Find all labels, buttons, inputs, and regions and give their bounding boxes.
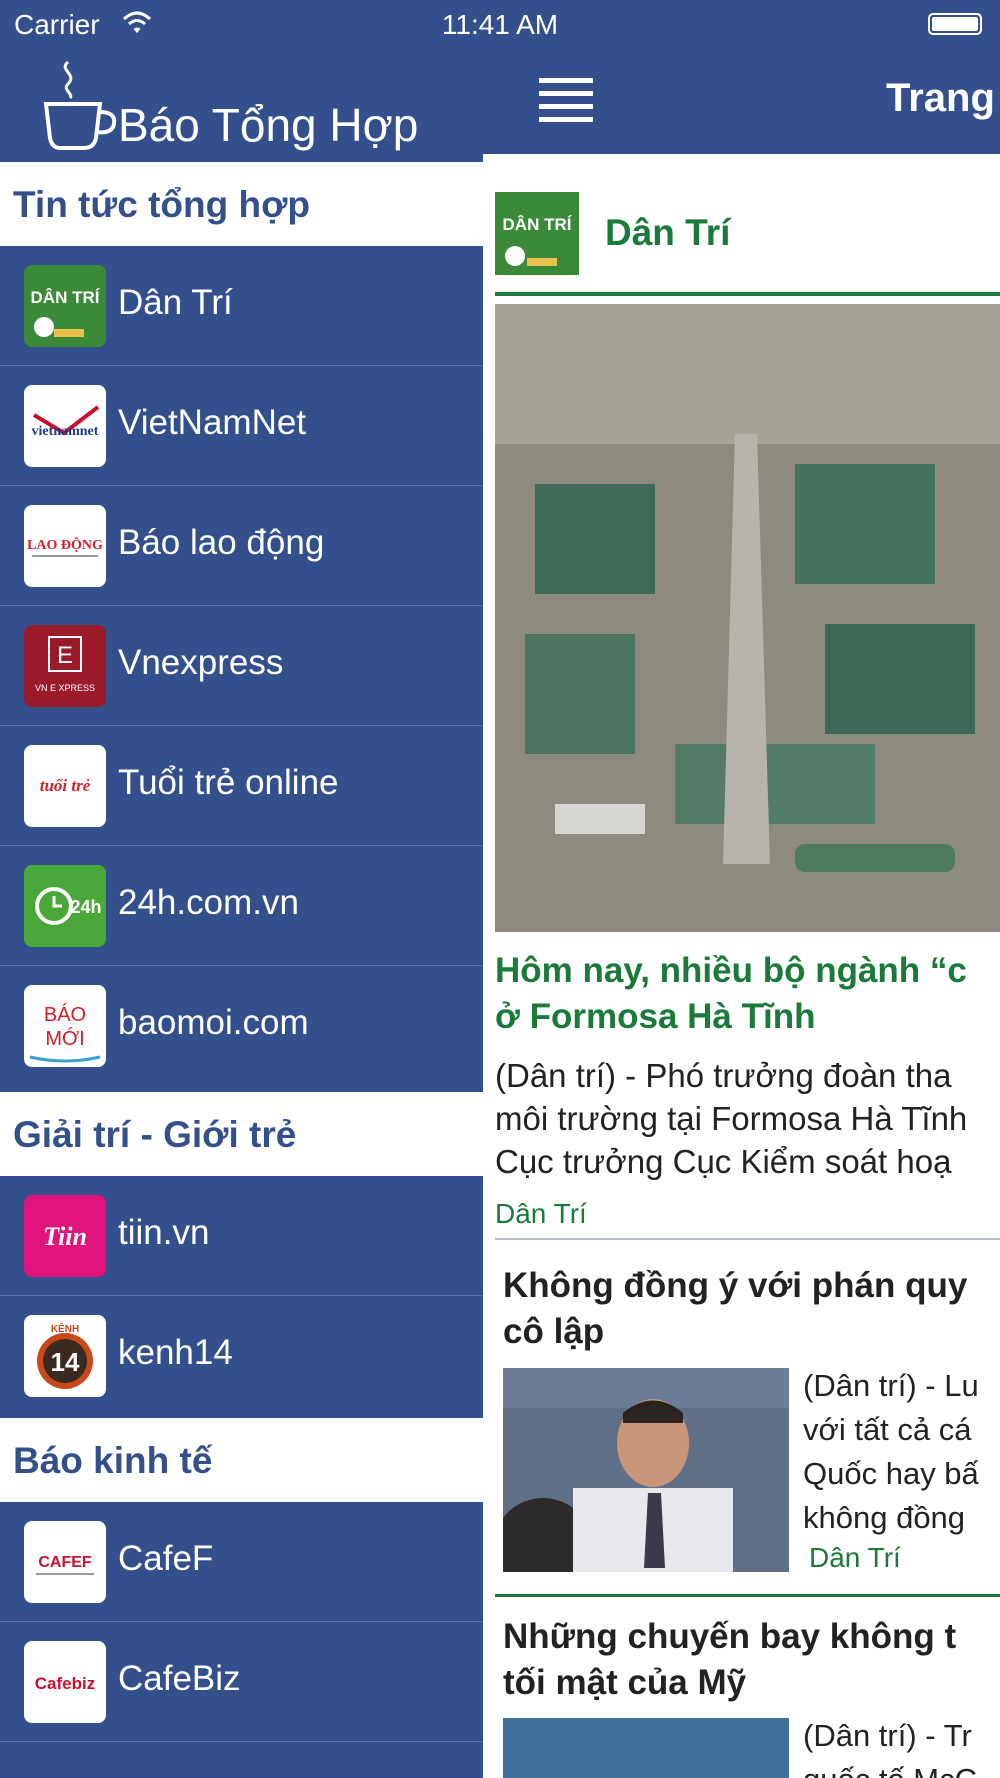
article-snippet: (Dân trí) - Lu với tất cả cá Quốc hay bấ…	[803, 1364, 1000, 1540]
vnexpress-logo: E VN E XPRESS	[24, 625, 106, 707]
kenh14-logo: KÊNH 14	[24, 1315, 106, 1397]
sidebar-item-24h[interactable]: 24h 24h.com.vn	[0, 846, 483, 966]
sidebar-item-vietnamnet[interactable]: vietnamnet VietNamNet	[0, 366, 483, 486]
article-thumbnail[interactable]	[503, 1718, 789, 1778]
kenh14-logo-text: KÊNH	[51, 1322, 79, 1335]
article-title[interactable]: Những chuyến bay không t tối mật của Mỹ	[503, 1614, 1000, 1706]
cafef-logo-text: CAFEF	[38, 1554, 92, 1571]
clock: 11:41 AM	[441, 9, 559, 40]
cafebiz-logo: Cafebiz	[24, 1641, 106, 1723]
sidebar-item-label: kenh14	[118, 1333, 233, 1372]
24h-logo-text: 24h	[70, 897, 101, 917]
summary-line: Cục trưởng Cục Kiểm soát hoạ	[495, 1143, 952, 1180]
summary-line: môi trường tại Formosa Hà Tĩnh	[495, 1100, 968, 1137]
sidebar-item-cafef[interactable]: CAFEF CafeF	[0, 1502, 483, 1622]
sidebar-item-cafebiz[interactable]: Cafebiz CafeBiz	[0, 1622, 483, 1742]
tuoitre-logo-text: tuổi trẻ	[40, 776, 91, 795]
article-title[interactable]: Không đồng ý với phán quy cô lập	[503, 1263, 1000, 1355]
divider	[495, 1594, 1000, 1597]
battery-icon	[928, 13, 982, 35]
page-title: Trang	[886, 76, 995, 120]
article-source-tag: Dân Trí	[809, 1542, 901, 1573]
hamburger-menu-icon[interactable]	[539, 78, 593, 122]
sidebar-item-label: CafeBiz	[118, 1659, 241, 1698]
sidebar-item-label: CafeF	[118, 1539, 214, 1578]
source-header: DÂN TRÍ Dân Trí	[495, 192, 1000, 296]
laodong-logo-text: LAO ĐỘNG	[27, 536, 103, 553]
app-title: Báo Tổng Hợp	[118, 99, 419, 151]
sidebar-item-baomoi[interactable]: BÁO MỚI baomoi.com	[0, 966, 483, 1086]
cafef-logo: CAFEF	[24, 1521, 106, 1603]
section-header-entertainment: Giải trí - Giới trẻ	[0, 1092, 483, 1176]
source-name[interactable]: Dân Trí	[605, 212, 730, 254]
sidebar-item-label: Dân Trí	[118, 283, 233, 322]
featured-summary: (Dân trí) - Phó trưởng đoàn tha môi trườ…	[495, 1054, 1000, 1183]
vietnamnet-logo: vietnamnet	[24, 385, 106, 467]
snippet-line: Quốc hay bấ	[803, 1456, 979, 1491]
sidebar-item-label: Báo lao động	[118, 523, 325, 562]
tuoitre-logo: tuổi trẻ	[24, 745, 106, 827]
dantri-logo-text: DÂN TRÍ	[503, 215, 573, 234]
vietnamnet-logo-text: vietnamnet	[32, 424, 99, 439]
dantri-logo-text: DÂN TRÍ	[31, 288, 101, 307]
sidebar-item-label: Tuổi trẻ online	[118, 763, 339, 802]
featured-source-tag: Dân Trí	[495, 1198, 587, 1229]
baomoi-logo-text-2: MỚI	[45, 1027, 84, 1050]
tiin-logo-text: Tiin	[43, 1222, 87, 1251]
article-title-line: tối mật của Mỹ	[503, 1663, 747, 1702]
article-thumbnail[interactable]	[503, 1368, 789, 1572]
app-brand: Báo Tổng Hợp	[40, 58, 480, 158]
divider	[495, 1238, 1000, 1240]
main-content: Trang DÂN TRÍ Dân Trí Hôm nay, nhiều bộ …	[483, 0, 1000, 1778]
featured-headline[interactable]: Hôm nay, nhiều bộ ngành “c ở Formosa Hà …	[495, 948, 1000, 1040]
article-title-line: cô lập	[503, 1312, 605, 1351]
section-header-economy: Báo kinh tế	[0, 1418, 483, 1502]
laodong-logo: LAO ĐỘNG	[24, 505, 106, 587]
headline-line: Hôm nay, nhiều bộ ngành “c	[495, 951, 967, 990]
featured-article-image[interactable]	[495, 304, 1000, 932]
sidebar-item-vnexpress[interactable]: E VN E XPRESS Vnexpress	[0, 606, 483, 726]
sidebar-item-kenh14[interactable]: KÊNH 14 kenh14	[0, 1296, 483, 1416]
tiin-logo: Tiin	[24, 1195, 106, 1277]
sidebar-item-label: tiin.vn	[118, 1213, 210, 1252]
snippet-line: (Dân trí) - Tr	[803, 1718, 972, 1753]
sidebar-item-laodong[interactable]: LAO ĐỘNG Báo lao động	[0, 486, 483, 606]
sidebar-item-tuoitre[interactable]: tuổi trẻ Tuổi trẻ online	[0, 726, 483, 846]
article-snippet: (Dân trí) - Tr quốc tế McC	[803, 1714, 1000, 1778]
sidebar: Báo Tổng Hợp Tin tức tổng hợp DÂN TRÍ Dâ…	[0, 0, 483, 1778]
headline-line: ở Formosa Hà Tĩnh	[495, 997, 816, 1036]
article-title-line: Những chuyến bay không t	[503, 1617, 957, 1656]
snippet-line: quốc tế McC	[803, 1758, 1000, 1778]
sidebar-item-dantri[interactable]: DÂN TRÍ Dân Trí	[0, 246, 483, 366]
sidebar-item-tiin[interactable]: Tiin tiin.vn	[0, 1176, 483, 1296]
article-title-line: Không đồng ý với phán quy	[503, 1266, 968, 1305]
cafebiz-logo-text: Cafebiz	[35, 1674, 95, 1693]
sidebar-item-label: baomoi.com	[118, 1003, 309, 1042]
summary-line: (Dân trí) - Phó trưởng đoàn tha	[495, 1057, 952, 1094]
sidebar-item-label: 24h.com.vn	[118, 883, 299, 922]
coffee-cup-icon	[43, 60, 117, 150]
vnexpress-logo-text: VN E XPRESS	[35, 683, 95, 693]
snippet-line: với tất cả cá	[803, 1412, 972, 1447]
baomoi-logo: BÁO MỚI	[24, 985, 106, 1067]
24h-logo: 24h	[24, 865, 106, 947]
kenh14-logo-number: 14	[51, 1347, 80, 1377]
section-header-general-news: Tin tức tổng hợp	[0, 162, 483, 246]
baomoi-logo-text-1: BÁO	[44, 1003, 86, 1026]
snippet-line: không đồng	[803, 1500, 966, 1535]
status-bar: Carrier 11:41 AM	[0, 0, 1000, 50]
sidebar-item-label: Vnexpress	[118, 643, 284, 682]
sidebar-item-label: VietNamNet	[118, 403, 307, 442]
dantri-logo: DÂN TRÍ	[24, 265, 106, 347]
dantri-logo: DÂN TRÍ	[495, 192, 579, 275]
vnexpress-logo-letter: E	[57, 642, 73, 669]
snippet-line: (Dân trí) - Lu	[803, 1368, 979, 1403]
